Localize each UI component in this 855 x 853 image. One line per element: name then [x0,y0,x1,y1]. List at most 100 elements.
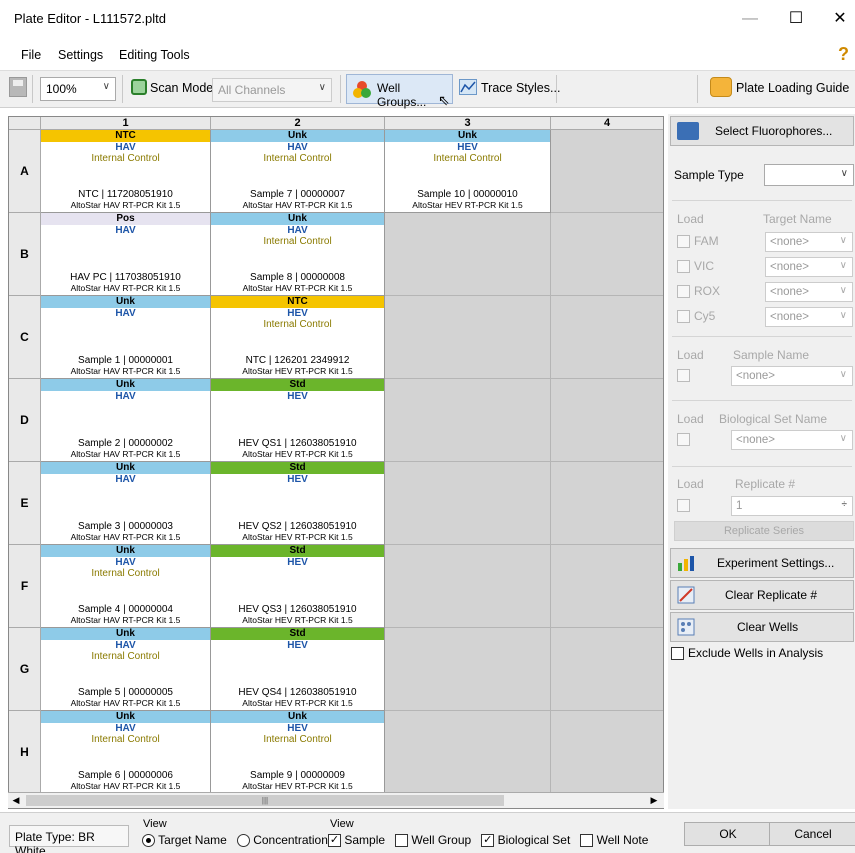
column-header[interactable]: 4 [551,117,663,130]
well[interactable]: Std HEV HEV QS4 | 126038051910 AltoStar HEV… [211,628,385,711]
empty-well[interactable] [385,462,551,545]
menu-settings[interactable]: Settings [58,48,103,62]
fluorophore-load-checkbox[interactable] [677,285,690,298]
ok-button[interactable]: OK [684,822,772,846]
fluorophore-load-checkbox[interactable] [677,235,690,248]
empty-well[interactable] [551,628,663,711]
target-name-radio[interactable] [142,834,155,848]
menu-editing-tools[interactable]: Editing Tools [119,48,190,62]
fluorophore-load-checkbox[interactable] [677,260,690,273]
well[interactable]: Std HEV HEV QS3 | 126038051910 AltoStar HEV… [211,545,385,628]
well[interactable]: Unk HEV Internal Control Sample 9 | 0000000… [211,711,385,794]
empty-well[interactable] [551,545,663,628]
kit-name: AltoStar HEV RT-PCR Kit 1.5 [412,200,523,210]
target-name-select[interactable]: <none> ∨ [765,257,853,277]
row-header[interactable]: B [9,213,41,296]
well[interactable]: Unk HAV Internal Control Sample 8 | 0000000… [211,213,385,296]
well-groups-button[interactable]: Well Groups... [346,74,453,109]
clear-wells-button[interactable]: Clear Wells [670,612,854,642]
sample-name: NTC | 117208051910 [78,189,173,200]
maximize-button[interactable]: ☐ [781,6,811,32]
row-header[interactable]: E [9,462,41,545]
close-button[interactable]: ✕ [825,6,855,32]
well[interactable]: Std HEV HEV QS2 | 126038051910 AltoStar HEV… [211,462,385,545]
row-header[interactable]: G [9,628,41,711]
well[interactable]: NTC HEV Internal Control NTC | 126201 23499… [211,296,385,379]
chevron-down-icon: ∨ [318,82,326,93]
chevron-down-icon: ∨ [839,235,847,246]
sample-checkbox[interactable]: ✓ [328,834,341,848]
row-header[interactable]: D [9,379,41,462]
replicate-stepper[interactable]: 1 ÷ [731,496,853,516]
column-header[interactable]: 2 [211,117,385,130]
sample-type-select[interactable]: ∨ [764,164,854,186]
cancel-button[interactable]: Cancel [769,822,855,846]
well[interactable]: Unk HAV Internal Control Sample 4 | 0000000… [41,545,211,628]
scroll-left-icon[interactable]: ◀ [10,795,22,806]
sample-name-select[interactable]: <none> ∨ [731,366,853,386]
sample-name-load-checkbox[interactable] [677,369,690,382]
empty-well[interactable] [385,628,551,711]
replicate-series-button[interactable]: Replicate Series [674,521,854,541]
column-header[interactable]: 3 [385,117,551,130]
empty-well[interactable] [551,296,663,379]
well[interactable]: Unk HEV Internal Control Sample 10 | 000000… [385,130,551,213]
replicate-load-checkbox[interactable] [677,499,690,512]
empty-well[interactable] [385,545,551,628]
empty-well[interactable] [385,379,551,462]
row-header[interactable]: F [9,545,41,628]
empty-well[interactable] [385,296,551,379]
well[interactable]: Pos HAV HAV PC | 117038051910 AltoStar HAV … [41,213,211,296]
zoom-select[interactable]: 100% ∨ [40,77,116,101]
column-header[interactable]: 1 [41,117,211,130]
empty-well[interactable] [551,462,663,545]
empty-well[interactable] [551,213,663,296]
bio-set-load-checkbox[interactable] [677,433,690,446]
target-name-select[interactable]: <none> ∨ [765,307,853,327]
well-note-checkbox[interactable] [580,834,594,848]
well[interactable]: Unk HAV Internal Control Sample 7 | 0000000… [211,130,385,213]
empty-well[interactable] [385,213,551,296]
scroll-thumb[interactable]: ||| [26,795,504,806]
row-header[interactable]: H [9,711,41,794]
row-header[interactable]: A [9,130,41,213]
concentration-radio[interactable] [236,834,250,848]
well[interactable]: Unk HAV Sample 3 | 00000003 AltoStar HAV RT… [41,462,211,545]
experiment-settings-button[interactable]: Experiment Settings... [670,548,854,578]
scroll-right-icon[interactable]: ▶ [648,795,660,806]
well[interactable]: NTC HAV Internal Control NTC | 117208051910… [41,130,211,213]
target-name-select[interactable]: <none> ∨ [765,282,853,302]
well[interactable]: Unk HAV Sample 1 | 00000001 AltoStar HAV RT… [41,296,211,379]
target-name: HAV [115,640,136,651]
empty-well[interactable] [551,130,663,213]
channels-select[interactable]: All Channels ∨ [212,78,332,102]
menu-file[interactable]: File [21,48,41,62]
clear-replicate-button[interactable]: Clear Replicate # [670,580,854,610]
empty-well[interactable] [551,711,663,794]
well[interactable]: Unk HAV Sample 2 | 00000002 AltoStar HAV RT… [41,379,211,462]
well[interactable]: Unk HAV Internal Control Sample 6 | 0000000… [41,711,211,794]
select-fluorophores-button[interactable]: Select Fluorophores... [670,116,854,146]
save-icon[interactable] [9,77,27,97]
plate-loading-guide-button[interactable]: Plate Loading Guide [736,81,849,95]
stepper-icon[interactable]: ÷ [842,499,848,510]
well-group-checkbox[interactable] [395,834,409,848]
bio-set-select[interactable]: <none> ∨ [731,430,853,450]
target-name: HEV [287,308,308,319]
horizontal-scrollbar[interactable]: ◀ ||| ▶ [8,792,664,808]
target-name-select[interactable]: <none> ∨ [765,232,853,252]
well[interactable]: Unk HAV Internal Control Sample 5 | 0000000… [41,628,211,711]
well[interactable]: Std HEV HEV QS1 | 126038051910 AltoStar HEV… [211,379,385,462]
fluorophore-load-checkbox[interactable] [677,310,690,323]
sample-type-band: Std [211,462,384,474]
empty-well[interactable] [385,711,551,794]
grid-corner[interactable] [9,117,41,130]
row-header[interactable]: C [9,296,41,379]
sample-type-band: Std [211,545,384,557]
empty-well[interactable] [551,379,663,462]
biological-set-checkbox[interactable]: ✓ [481,834,495,848]
minimize-button[interactable]: — [735,6,765,32]
exclude-wells-checkbox[interactable] [671,647,684,660]
trace-styles-button[interactable]: Trace Styles... [481,81,560,95]
help-icon[interactable]: ? [838,44,849,65]
